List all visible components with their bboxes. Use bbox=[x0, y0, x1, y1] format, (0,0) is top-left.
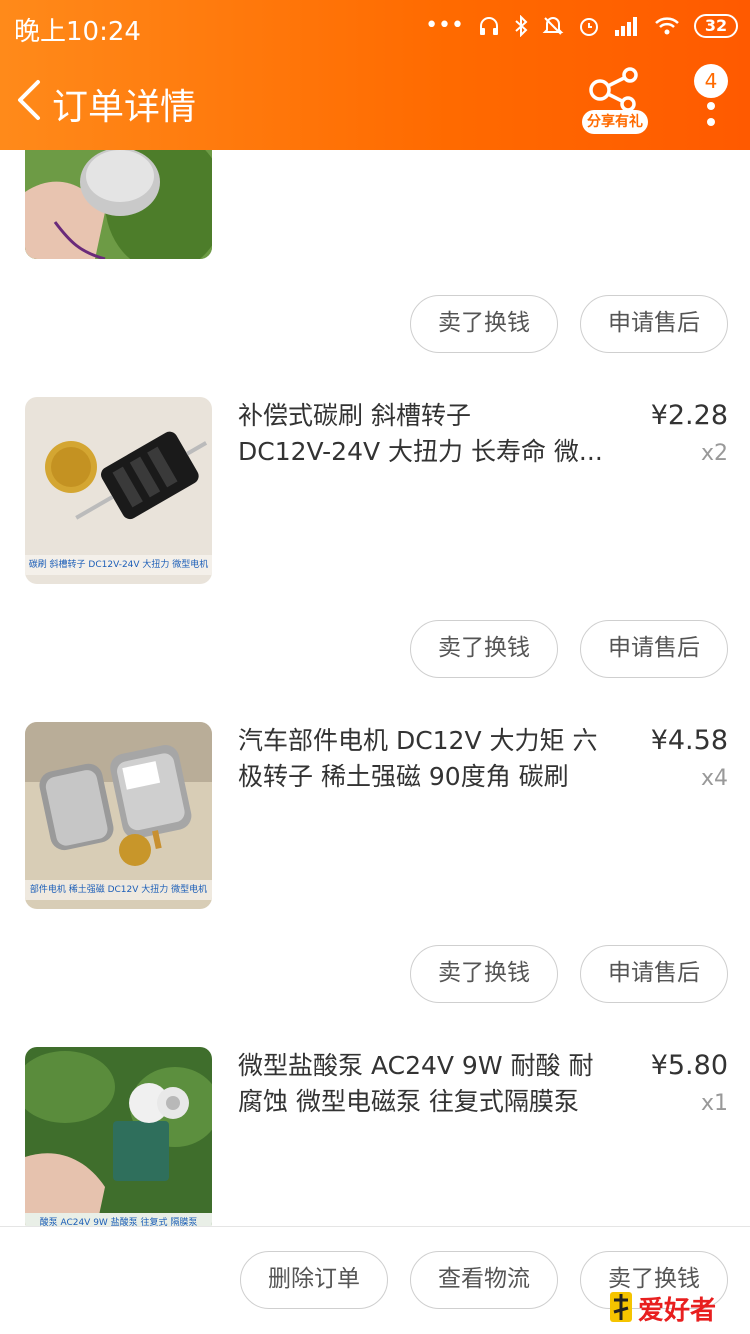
sell-button[interactable]: 卖了换钱 bbox=[410, 295, 558, 353]
product-title-line: 补偿式碳刷 斜槽转子 bbox=[238, 401, 471, 430]
delete-order-button[interactable]: 删除订单 bbox=[240, 1251, 388, 1309]
product-thumbnail[interactable]: 酸泵 AC24V 9W 盐酸泵 往复式 隔膜泵 bbox=[25, 1047, 212, 1226]
product-title-line: 微型盐酸泵 AC24V 9W 耐酸 耐 bbox=[238, 1051, 594, 1080]
page-title: 订单详情 bbox=[52, 87, 197, 128]
view-logistics-button[interactable]: 查看物流 bbox=[410, 1251, 558, 1309]
product-title[interactable]: 微型盐酸泵 AC24V 9W 耐酸 耐 腐蚀 微型电磁泵 往复式隔膜泵 bbox=[238, 1048, 628, 1120]
motor-photo bbox=[25, 397, 212, 584]
product-quantity: x2 bbox=[700, 441, 728, 466]
share-button[interactable]: 分享有礼 bbox=[582, 66, 648, 136]
product-title-line: 汽车部件电机 DC12V 大力矩 六 bbox=[238, 726, 598, 755]
bluetooth-icon bbox=[515, 15, 528, 37]
product-title-line: DC12V-24V 大扭力 长寿命 微... bbox=[238, 437, 603, 466]
nav-bar: 订单详情 分享有礼 4 bbox=[0, 52, 750, 150]
after-sales-button[interactable]: 申请售后 bbox=[580, 295, 728, 353]
motor-photo bbox=[25, 722, 212, 909]
product-title-line: 极转子 稀土强磁 90度角 碳刷 bbox=[238, 762, 569, 791]
alarm-icon bbox=[580, 18, 598, 36]
app-header: 晚上10:24 ••• 32 订单详情 分享有礼 4 bbox=[0, 0, 750, 150]
sell-button[interactable]: 卖了换钱 bbox=[410, 620, 558, 678]
product-thumbnail[interactable] bbox=[25, 150, 212, 259]
product-title[interactable]: 汽车部件电机 DC12V 大力矩 六 极转子 稀土强磁 90度角 碳刷 bbox=[238, 723, 628, 795]
after-sales-button[interactable]: 申请售后 bbox=[580, 620, 728, 678]
sell-button[interactable]: 卖了换钱 bbox=[410, 945, 558, 1003]
mute-icon bbox=[542, 17, 564, 35]
headphones-icon bbox=[480, 17, 498, 35]
signal-icon bbox=[615, 17, 637, 36]
order-items-list: 卖了换钱 申请售后 碳刷 斜槽转子 DC12V-24V 大扭力 微型电机 补偿式… bbox=[0, 150, 750, 1226]
share-label: 分享有礼 bbox=[582, 110, 648, 134]
watermark-text: 爱好者 bbox=[638, 1296, 717, 1326]
watermark-logo: 爱好者 bbox=[608, 1286, 732, 1326]
more-menu-button[interactable]: 4 bbox=[688, 58, 736, 138]
more-dots-icon bbox=[707, 102, 715, 126]
wifi-icon bbox=[655, 17, 679, 35]
product-price: ¥4.58 bbox=[650, 725, 728, 756]
product-quantity: x1 bbox=[700, 1091, 728, 1116]
share-icon bbox=[589, 67, 638, 112]
battery-icon: 32 bbox=[694, 14, 738, 38]
product-thumbnail[interactable]: 部件电机 稀土强磁 DC12V 大扭力 微型电机 bbox=[25, 722, 212, 909]
product-price: ¥2.28 bbox=[650, 400, 728, 431]
product-price: ¥5.80 bbox=[650, 1050, 728, 1081]
product-thumbnail[interactable]: 碳刷 斜槽转子 DC12V-24V 大扭力 微型电机 bbox=[25, 397, 212, 584]
status-bar: 晚上10:24 ••• 32 bbox=[0, 0, 750, 52]
product-title-line: 腐蚀 微型电磁泵 往复式隔膜泵 bbox=[238, 1087, 579, 1116]
after-sales-button[interactable]: 申请售后 bbox=[580, 945, 728, 1003]
message-badge: 4 bbox=[694, 64, 728, 98]
thumbnail-caption: 酸泵 AC24V 9W 盐酸泵 往复式 隔膜泵 bbox=[39, 1218, 198, 1226]
product-title[interactable]: 补偿式碳刷 斜槽转子 DC12V-24V 大扭力 长寿命 微... bbox=[238, 398, 628, 470]
product-quantity: x4 bbox=[700, 766, 728, 791]
motor-photo bbox=[25, 150, 212, 259]
dots-icon: ••• bbox=[425, 13, 464, 38]
thumbnail-caption: 碳刷 斜槽转子 DC12V-24V 大扭力 微型电机 bbox=[28, 560, 209, 570]
thumbnail-caption: 部件电机 稀土强磁 DC12V 大扭力 微型电机 bbox=[29, 885, 208, 895]
back-arrow-icon[interactable] bbox=[14, 78, 44, 122]
status-time: 晚上10:24 bbox=[14, 17, 141, 47]
status-icons: ••• 32 bbox=[425, 10, 738, 42]
pump-photo bbox=[25, 1047, 212, 1226]
